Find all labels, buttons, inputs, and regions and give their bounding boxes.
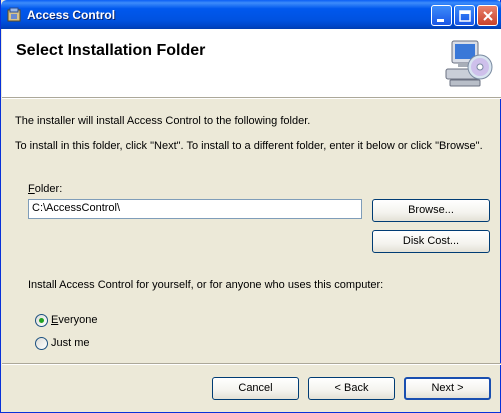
installer-window: Access Control Select Installation Folde… — [0, 0, 501, 413]
banner-divider — [2, 97, 501, 99]
minimize-button[interactable] — [431, 5, 452, 26]
next-button[interactable]: Next > — [404, 377, 491, 400]
cancel-button[interactable]: Cancel — [212, 377, 299, 400]
close-icon — [483, 11, 493, 21]
radio-selected-dot — [39, 318, 44, 323]
footer-divider — [2, 363, 501, 365]
folder-label-accel: F — [28, 183, 35, 195]
installer-icon — [7, 7, 21, 22]
disk-cost-button[interactable]: Disk Cost... — [372, 230, 490, 253]
intro-line-2: To install in this folder, click "Next".… — [15, 140, 483, 152]
maximize-button[interactable] — [454, 5, 475, 26]
intro-line-1: The installer will install Access Contro… — [15, 115, 311, 127]
folder-label-text: older: — [34, 183, 63, 195]
window-title: Access Control — [27, 8, 116, 22]
header-banner: Select Installation Folder — [2, 29, 501, 97]
everyone-label-text: veryone — [58, 314, 98, 326]
folder-input[interactable]: C:\AccessControl\ — [28, 199, 362, 219]
just-me-radio[interactable] — [35, 337, 48, 350]
close-button[interactable] — [477, 5, 498, 26]
computer-cd-icon — [445, 40, 493, 87]
everyone-radio[interactable] — [35, 314, 48, 327]
just-me-label[interactable]: Just me — [51, 337, 90, 349]
install-for-label: Install Access Control for yourself, or … — [28, 279, 384, 291]
maximize-icon — [459, 10, 471, 22]
back-button[interactable]: < Back — [308, 377, 395, 400]
everyone-label[interactable]: Everyone — [51, 314, 97, 326]
title-bar[interactable]: Access Control — [1, 0, 501, 29]
browse-button[interactable]: Browse... — [372, 199, 490, 222]
folder-label: Folder: — [28, 183, 62, 195]
page-title: Select Installation Folder — [16, 42, 206, 59]
minimize-icon — [437, 19, 444, 22]
